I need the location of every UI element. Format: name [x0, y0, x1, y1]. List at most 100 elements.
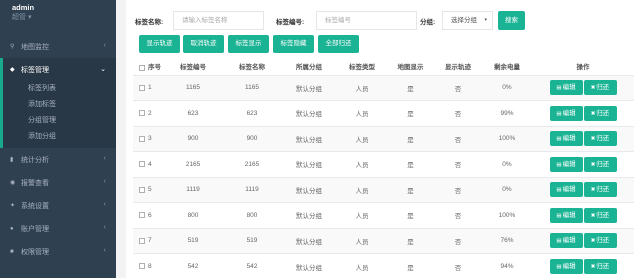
cell-index[interactable]: 1 [133, 74, 163, 101]
edit-button[interactable]: ▤编辑 [549, 207, 583, 223]
sidebar-item-account-management[interactable]: ● 账户管理 ‹ [0, 217, 116, 240]
sidebar-nav: ⚲ 地图监控 ‹ ◆ 标签管理 ⌄ 标签列表 添加标签 分组管理 添加分组 ▮ 统计分析 ‹ ◉ 报警查看 ‹… [0, 35, 116, 263]
submenu-item-add-group[interactable]: 添加分组 [3, 129, 116, 145]
cell-group: 默认分组 [281, 176, 337, 203]
edit-icon: ▤ [556, 110, 562, 117]
close-icon: ✖ [590, 85, 596, 92]
hide-tag-button[interactable]: 标签隐藏 [273, 35, 314, 53]
edit-icon: ▤ [556, 85, 562, 92]
sidebar-item-alarm-view[interactable]: ◉ 报警查看 ‹ [0, 171, 116, 194]
row-checkbox[interactable] [139, 161, 145, 168]
cell-number: 519 [163, 227, 223, 254]
return-button[interactable]: ✖归还 [583, 233, 617, 249]
column-header-actions: 操作 [532, 58, 634, 76]
tag-name-input[interactable] [173, 11, 264, 30]
return-button[interactable]: ✖归还 [583, 259, 617, 274]
column-header-battery: 剩余电量 [482, 58, 532, 76]
caret-down-icon: ▾ [484, 17, 487, 23]
submenu-item-add-tag[interactable]: 添加标签 [3, 97, 116, 113]
return-button[interactable]: ✖归还 [583, 105, 617, 121]
table-row[interactable]: 6 800 800 默认分组 人员是否 100% ▤编辑 ✖归还 [133, 202, 634, 228]
sidebar-item-map-monitor[interactable]: ⚲ 地图监控 ‹ [0, 35, 116, 58]
edit-button[interactable]: ▤编辑 [549, 105, 583, 121]
submenu-item-tag-list[interactable]: 标签列表 [3, 81, 116, 97]
cell-actions: ▤编辑 ✖归还 [532, 202, 634, 228]
cell-index[interactable]: 8 [133, 253, 163, 278]
cell-battery: 0% [482, 151, 532, 177]
sidebar-item-system-settings[interactable]: ✦ 系统设置 ‹ [0, 194, 116, 217]
show-tag-button[interactable]: 标签显示 [228, 35, 269, 53]
cell-battery: 100% [482, 125, 532, 152]
edit-button[interactable]: ▤编辑 [549, 80, 583, 96]
sidebar-item-permission-management[interactable]: ■ 权限管理 ‹ [0, 240, 116, 263]
table-row[interactable]: 7 519 519 默认分组 人员是否 76% ▤编辑 ✖归还 [133, 227, 634, 254]
cell-map: 是 [387, 176, 434, 203]
sidebar-item-tag-management[interactable]: ◆ 标签管理 ⌄ [0, 58, 116, 81]
user-profile[interactable]: admin 超管 ▾ [0, 0, 116, 34]
cell-index[interactable]: 5 [133, 176, 163, 203]
edit-icon: ▤ [556, 136, 562, 143]
edit-button[interactable]: ▤编辑 [549, 182, 583, 198]
cell-actions: ▤编辑 ✖归还 [532, 253, 634, 278]
cell-index[interactable]: 2 [133, 100, 163, 126]
table-row[interactable]: 5 1119 1119 默认分组 人员是否 0% ▤编辑 ✖归还 [133, 176, 634, 203]
select-all-checkbox[interactable] [139, 64, 145, 71]
row-checkbox[interactable] [139, 212, 145, 219]
cell-group: 默认分组 [281, 202, 337, 228]
table-row[interactable]: 1 1165 1165 默认分组 人员是否 0% ▤编辑 ✖归还 [133, 74, 634, 101]
user-icon: ● [10, 225, 14, 232]
edit-button[interactable]: ▤编辑 [549, 156, 583, 172]
column-header-number: 标签编号 [163, 58, 223, 76]
return-button[interactable]: ✖归还 [583, 156, 617, 172]
table-row[interactable]: 2 623 623 默认分组 人员是否 99% ▤编辑 ✖归还 [133, 100, 634, 126]
tag-number-input[interactable] [316, 11, 417, 30]
submenu-item-group-management[interactable]: 分组管理 [3, 113, 116, 129]
edit-button[interactable]: ▤编辑 [549, 233, 583, 249]
row-checkbox[interactable] [139, 110, 145, 117]
cell-track: 否 [434, 151, 482, 177]
cell-index[interactable]: 6 [133, 202, 163, 228]
return-button[interactable]: ✖归还 [583, 182, 617, 198]
row-checkbox[interactable] [139, 135, 145, 142]
show-track-button[interactable]: 显示轨迹 [139, 35, 180, 53]
cell-type: 人员 [337, 176, 387, 203]
group-select[interactable]: 选择分组 ▾ [442, 11, 493, 30]
cell-battery: 0% [482, 74, 532, 101]
table-row[interactable]: 4 2165 2165 默认分组 人员是否 0% ▤编辑 ✖归还 [133, 151, 634, 177]
column-header-index[interactable]: 序号 [133, 58, 163, 76]
return-button[interactable]: ✖归还 [583, 207, 617, 223]
cell-track: 否 [434, 176, 482, 203]
return-button[interactable]: ✖归还 [583, 131, 617, 147]
user-name: admin [12, 3, 35, 12]
edit-icon: ▤ [556, 264, 562, 270]
user-role[interactable]: 超管 ▾ [12, 13, 104, 23]
cell-number: 623 [163, 100, 223, 126]
table-row[interactable]: 8 542 542 默认分组 人员是否 94% ▤编辑 ✖归还 [133, 253, 634, 278]
group-label: 分组: [420, 19, 436, 26]
close-icon: ✖ [590, 212, 596, 219]
filter-bar: 标签名称: 标签编号: 分组: 选择分组 ▾ 搜索 [133, 11, 633, 30]
edit-icon: ▤ [556, 187, 562, 194]
return-button[interactable]: ✖归还 [583, 80, 617, 96]
edit-button[interactable]: ▤编辑 [549, 259, 583, 274]
row-checkbox[interactable] [139, 237, 145, 244]
cell-type: 人员 [337, 125, 387, 152]
cancel-track-button[interactable]: 取消轨迹 [183, 35, 224, 53]
column-header-name: 标签名称 [223, 58, 281, 76]
edit-button[interactable]: ▤编辑 [549, 131, 583, 147]
row-checkbox[interactable] [139, 84, 145, 91]
edit-icon: ▤ [556, 238, 562, 245]
cell-index[interactable]: 7 [133, 227, 163, 254]
tag-name-label: 标签名称: [135, 19, 164, 26]
sidebar-item-statistics[interactable]: ▮ 统计分析 ‹ [0, 148, 116, 171]
cell-index[interactable]: 4 [133, 151, 163, 177]
cell-index[interactable]: 3 [133, 125, 163, 152]
row-checkbox[interactable] [139, 186, 145, 193]
row-checkbox[interactable] [139, 263, 145, 270]
close-icon: ✖ [590, 187, 596, 194]
return-all-button[interactable]: 全部归还 [318, 35, 359, 53]
chevron-left-icon: ‹ [103, 247, 106, 254]
table-row[interactable]: 3 900 900 默认分组 人员是否 100% ▤编辑 ✖归还 [133, 125, 634, 152]
cell-number: 800 [163, 202, 223, 228]
search-button[interactable]: 搜索 [498, 11, 525, 30]
